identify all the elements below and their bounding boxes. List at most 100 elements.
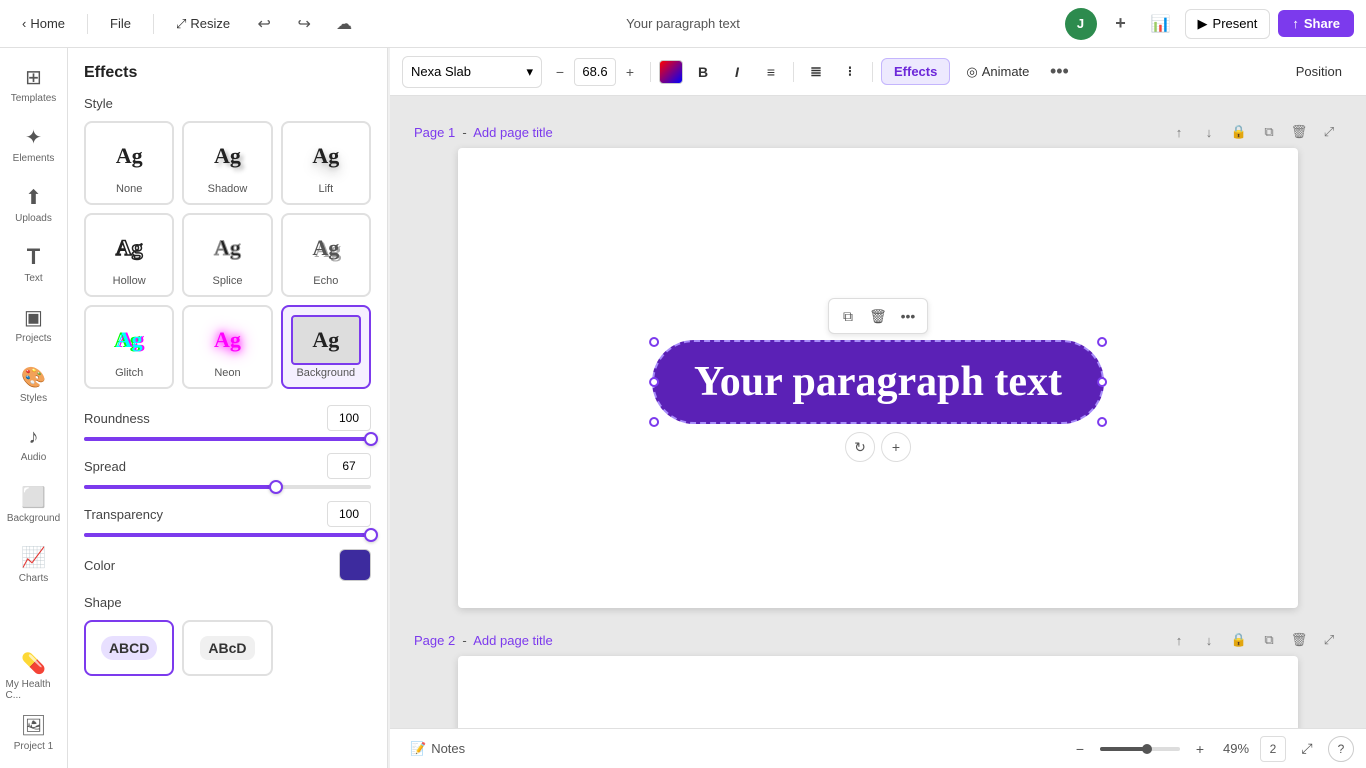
more-options-button[interactable]: ••• <box>1045 58 1073 86</box>
chart-button[interactable]: 📊 <box>1145 8 1177 40</box>
help-button[interactable]: ? <box>1328 736 1354 762</box>
text-more-button[interactable]: ••• <box>895 303 921 329</box>
present-button[interactable]: ▶ Present <box>1185 9 1271 39</box>
notes-button[interactable]: 📝 Notes <box>402 737 473 761</box>
resize-handle-bl[interactable] <box>649 417 659 427</box>
avatar[interactable]: J <box>1065 8 1097 40</box>
zoom-out-button[interactable]: − <box>1068 737 1092 761</box>
style-lift-card[interactable]: Ag Lift <box>281 121 371 205</box>
fullscreen-button[interactable]: ⤢ <box>1294 736 1320 762</box>
transparency-track[interactable] <box>84 533 371 537</box>
page2-up-button[interactable]: ↑ <box>1166 627 1192 653</box>
resize-handle-ml[interactable] <box>649 377 659 387</box>
style-none-card[interactable]: Ag None <box>84 121 174 205</box>
page2-canvas[interactable] <box>458 656 1298 728</box>
page1-canvas[interactable]: ⧉ 🗑 ••• Your paragraph text <box>458 148 1298 608</box>
italic-button[interactable]: I <box>723 58 751 86</box>
font-size-increase-button[interactable]: + <box>618 60 642 84</box>
save-cloud-button[interactable]: ☁ <box>328 8 360 40</box>
page-indicator[interactable]: 2 <box>1260 736 1286 762</box>
page1-delete-button[interactable]: 🗑 <box>1286 119 1312 145</box>
page2-copy-button[interactable]: ⧉ <box>1256 627 1282 653</box>
element-rotate-button[interactable]: ↻ <box>845 432 875 462</box>
page1-copy-button[interactable]: ⧉ <box>1256 119 1282 145</box>
style-background-card[interactable]: Ag Background <box>281 305 371 389</box>
sidebar-item-text[interactable]: T Text <box>6 236 62 292</box>
style-splice-card[interactable]: Ag Splice <box>182 213 272 297</box>
page2-delete-button[interactable]: 🗑 <box>1286 627 1312 653</box>
page2-add-title[interactable]: Add page title <box>473 633 553 648</box>
spread-thumb[interactable] <box>269 480 283 494</box>
sidebar-item-myhealth[interactable]: 💊 My Health C... <box>6 648 62 704</box>
redo-button[interactable]: ↪ <box>288 8 320 40</box>
page2-expand-button[interactable]: ⤢ <box>1316 627 1342 653</box>
page1-up-button[interactable]: ↑ <box>1166 119 1192 145</box>
font-size-input[interactable] <box>574 58 616 86</box>
shape-rounded-card[interactable]: ABCD <box>84 620 174 676</box>
sidebar-item-elements[interactable]: ✦ Elements <box>6 116 62 172</box>
sidebar-item-styles[interactable]: 🎨 Styles <box>6 356 62 412</box>
bold-button[interactable]: B <box>689 58 717 86</box>
page1-lock-button[interactable]: 🔒 <box>1226 119 1252 145</box>
roundness-thumb[interactable] <box>364 432 378 446</box>
transparency-label: Transparency <box>84 507 163 522</box>
zoom-in-button[interactable]: + <box>1188 737 1212 761</box>
home-button[interactable]: ‹ Home <box>12 10 75 37</box>
text-delete-button[interactable]: 🗑 <box>865 303 891 329</box>
resize-button[interactable]: ⤢ Resize <box>166 10 240 38</box>
text-copy-button[interactable]: ⧉ <box>835 303 861 329</box>
style-splice-label: Splice <box>213 275 243 287</box>
sidebar-item-project1[interactable]: 🖼 Project 1 <box>6 704 62 760</box>
sidebar-item-projects[interactable]: ▣ Projects <box>6 296 62 352</box>
style-shadow-card[interactable]: Ag Shadow <box>182 121 272 205</box>
font-selector[interactable]: Nexa Slab ▾ <box>402 56 542 88</box>
font-size-decrease-button[interactable]: − <box>548 60 572 84</box>
page2-down-button[interactable]: ↓ <box>1196 627 1222 653</box>
list-button[interactable]: ≣ <box>802 58 830 86</box>
roundness-track[interactable] <box>84 437 371 441</box>
resize-handle-mr[interactable] <box>1097 377 1107 387</box>
align-button[interactable]: ≡ <box>757 58 785 86</box>
main-canvas-area[interactable]: Page 1 - Add page title ↑ ↓ 🔒 ⧉ 🗑 ⤢ <box>390 96 1366 728</box>
sidebar-item-charts[interactable]: 📈 Charts <box>6 536 62 592</box>
resize-handle-tl[interactable] <box>649 337 659 347</box>
resize-handle-tr[interactable] <box>1097 337 1107 347</box>
spread-row: Spread 67 <box>84 453 371 489</box>
effects-button[interactable]: Effects <box>881 58 950 85</box>
style-glitch-card[interactable]: Ag Glitch <box>84 305 174 389</box>
sidebar-item-templates[interactable]: ⊞ Templates <box>6 56 62 112</box>
share-button[interactable]: ↑ Share <box>1278 10 1354 37</box>
shape-wave-card[interactable]: ABcD <box>182 620 272 676</box>
page2-lock-button[interactable]: 🔒 <box>1226 627 1252 653</box>
style-echo-card[interactable]: Ag Echo <box>281 213 371 297</box>
list2-button[interactable]: ⁝ <box>836 58 864 86</box>
element-add-button[interactable]: + <box>881 432 911 462</box>
text-color-button[interactable] <box>659 60 683 84</box>
sidebar-item-audio[interactable]: ♪ Audio <box>6 416 62 472</box>
text-content[interactable]: Your paragraph text <box>694 358 1062 406</box>
resize-handle-br[interactable] <box>1097 417 1107 427</box>
sidebar-item-background[interactable]: ⬜ Background <box>6 476 62 532</box>
transparency-thumb[interactable] <box>364 528 378 542</box>
style-hollow-card[interactable]: Ag Hollow <box>84 213 174 297</box>
undo-button[interactable]: ↩ <box>248 8 280 40</box>
page1-expand-button[interactable]: ⤢ <box>1316 119 1342 145</box>
roundness-row: Roundness 100 <box>84 405 371 441</box>
style-neon-card[interactable]: Ag Neon <box>182 305 272 389</box>
sidebar-item-uploads[interactable]: ⬆ Uploads <box>6 176 62 232</box>
transparency-input[interactable]: 100 <box>327 501 371 527</box>
chevron-down-icon: ▾ <box>526 64 533 80</box>
color-swatch[interactable] <box>339 549 371 581</box>
spread-input[interactable]: 67 <box>327 453 371 479</box>
position-button[interactable]: Position <box>1284 59 1354 84</box>
zoom-track[interactable] <box>1100 747 1180 751</box>
text-element[interactable]: Your paragraph text <box>652 340 1104 424</box>
zoom-thumb[interactable] <box>1142 744 1152 754</box>
spread-track[interactable] <box>84 485 371 489</box>
page1-down-button[interactable]: ↓ <box>1196 119 1222 145</box>
animate-button[interactable]: ◎ Animate <box>956 59 1039 85</box>
roundness-input[interactable]: 100 <box>327 405 371 431</box>
page1-add-title[interactable]: Add page title <box>473 125 553 140</box>
file-button[interactable]: File <box>100 10 141 37</box>
add-people-button[interactable]: + <box>1105 8 1137 40</box>
